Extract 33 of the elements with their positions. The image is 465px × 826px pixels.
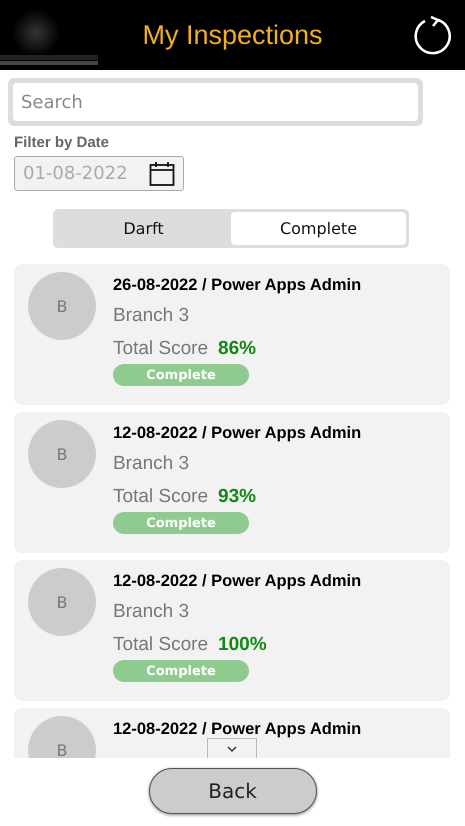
avatar: B <box>28 716 96 758</box>
score-label: Total Score <box>113 338 208 360</box>
calendar-icon[interactable] <box>149 160 175 186</box>
inspection-title: 12-08-2022 / Power Apps Admin <box>113 424 362 443</box>
inspection-title: 26-08-2022 / Power Apps Admin <box>113 276 362 295</box>
score-label: Total Score <box>113 486 208 508</box>
inspection-card[interactable]: B 26-08-2022 / Power Apps Admin Branch 3 Total Score 86% Complete <box>14 264 450 405</box>
status-tab[interactable]: Darft <box>56 212 231 245</box>
inspection-card[interactable]: B 12-08-2022 / Power Apps Admin Branch 3 Total Score 93% Complete <box>14 412 450 553</box>
avatar: B <box>28 568 96 636</box>
page-title: My Inspections <box>142 20 323 50</box>
search-field[interactable]: Search <box>8 78 423 126</box>
scroll-down-button[interactable] <box>207 738 257 758</box>
branch-name: Branch 3 <box>113 601 190 623</box>
inspection-card[interactable]: B 12-08-2022 / Power Apps Admin Branch 3 Total Score 100% Complete <box>14 560 450 701</box>
status-tab[interactable]: Complete <box>231 212 406 245</box>
inspection-title: 12-08-2022 / Power Apps Admin <box>113 720 362 739</box>
score-value: 86% <box>218 338 256 360</box>
chevron-down-icon <box>226 745 238 753</box>
avatar: B <box>28 272 96 340</box>
inspection-title: 12-08-2022 / Power Apps Admin <box>113 572 362 591</box>
branch-name: Branch 3 <box>113 453 190 475</box>
status-badge: Complete <box>113 512 249 534</box>
score-value: 93% <box>218 486 256 508</box>
score-label: Total Score <box>113 634 208 656</box>
score-value: 100% <box>218 634 267 656</box>
status-badge: Complete <box>113 660 249 682</box>
branch-name: Branch 3 <box>113 305 190 327</box>
back-button[interactable]: Back <box>148 768 316 814</box>
inspection-card[interactable]: B 12-08-2022 / Power Apps Admin <box>14 708 450 758</box>
filter-label: Filter by Date <box>14 134 110 151</box>
avatar: B <box>28 420 96 488</box>
status-badge: Complete <box>113 364 249 386</box>
